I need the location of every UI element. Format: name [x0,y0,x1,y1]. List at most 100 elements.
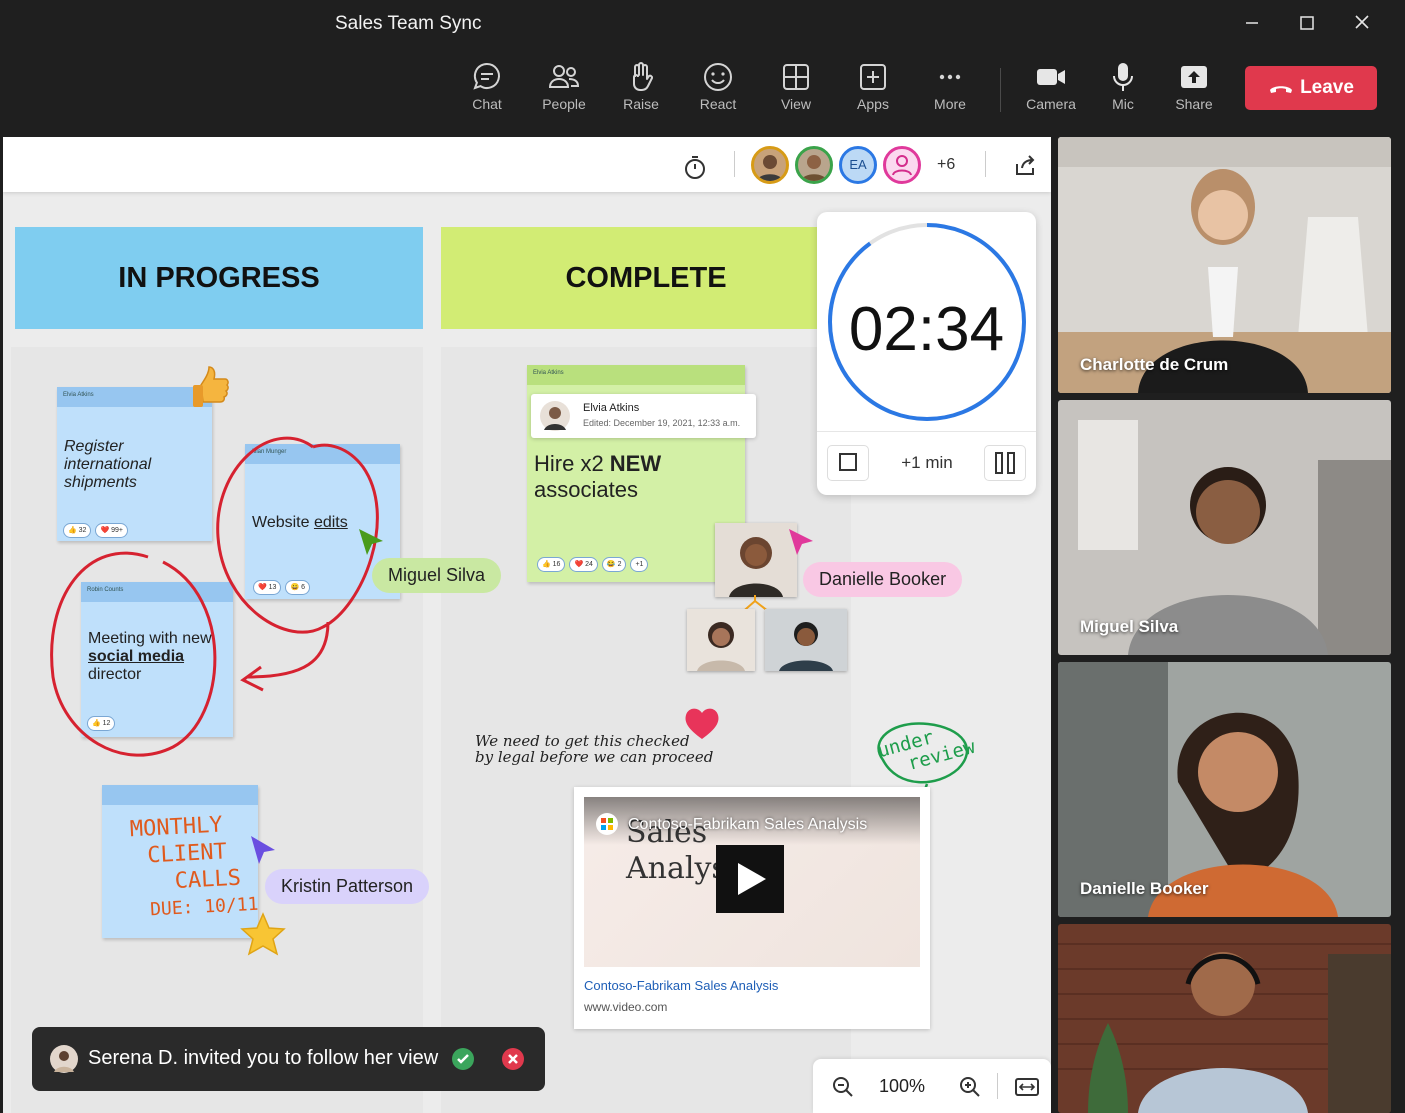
title-bar: Sales Team Sync [0,0,1405,48]
participant-video-tile[interactable]: Charlotte de Crum [1058,137,1391,393]
timer-divider [817,431,1036,432]
zoom-in-icon[interactable] [958,1075,982,1099]
note-author: Elvia Atkins [527,365,745,385]
view-button[interactable]: View [764,60,828,122]
timer-stop-button[interactable] [827,445,869,481]
participant-video [1058,924,1391,1113]
chat-label: Chat [472,96,502,112]
handwriting-line: We need to get this checked [475,732,690,750]
participant-video-tile[interactable]: Danielle Booker [1058,662,1391,917]
header-divider [734,151,735,177]
thumbs-up-sticker-icon [193,366,229,407]
collaborator-name-tag: Danielle Booker [803,562,963,597]
apps-button[interactable]: Apps [841,60,905,122]
more-button[interactable]: More [918,60,982,122]
toolbar-divider [1000,68,1001,112]
play-button[interactable] [716,845,784,913]
timer-icon[interactable] [682,154,708,180]
decline-x-icon[interactable] [501,1047,525,1071]
timer-pause-button[interactable] [984,445,1026,481]
author-info-card: Elvia Atkins Edited: December 19, 2021, … [531,394,756,438]
microphone-icon [1113,63,1133,91]
zoom-out-icon[interactable] [831,1075,855,1099]
add-minute-button[interactable]: +1 min [887,453,967,473]
star-sticker-icon [240,912,286,956]
cursor-pointer-icon [359,529,383,555]
play-icon [738,863,766,895]
participant-video-tile[interactable]: Miguel Silva [1058,400,1391,655]
window-title: Sales Team Sync [335,13,482,34]
video-thumbnail[interactable]: Sales Analysis Contoso-Fabrikam Sales An… [584,797,920,967]
avatar [50,1045,78,1073]
share-label: Share [1175,96,1213,112]
participant-video-tile[interactable] [1058,924,1391,1113]
more-label: More [934,96,966,112]
minimize-button[interactable] [1235,10,1269,38]
smiley-icon [704,63,732,91]
collaborator-name-tag: Kristin Patterson [265,869,430,904]
timer-display: 02:34 [848,295,1005,364]
edited-timestamp: Edited: December 19, 2021, 12:33 a.m. [583,418,741,428]
reaction-badge[interactable]: +1 [630,557,649,572]
sticky-note[interactable]: MONTHLY CLIENT CALLS DUE: 10/11 [102,785,259,938]
timer-panel: 02:34 +1 min [817,212,1036,495]
people-icon [548,65,580,88]
whiteboard-header: EA +6 [3,137,1051,192]
pause-icon [995,452,1015,474]
handwritten-comment: We need to get this checked by legal bef… [475,733,713,765]
mic-button[interactable]: Mic [1091,60,1155,122]
fit-to-screen-icon[interactable] [1014,1075,1040,1099]
zoom-level: 100% [879,1076,926,1096]
video-link-card[interactable]: Sales Analysis Contoso-Fabrikam Sales An… [574,787,930,1029]
note-text: Hire x2 [534,451,610,476]
note-header [102,785,258,805]
avatar-initials[interactable]: EA [839,146,877,184]
mic-label: Mic [1112,96,1134,112]
accept-check-icon[interactable] [451,1047,475,1071]
participant-name: Charlotte de Crum [1080,355,1229,374]
profile-photo [765,609,847,671]
raise-hand-button[interactable]: Raise [609,60,673,122]
close-button[interactable] [1345,10,1379,38]
complete-header: COMPLETE [441,227,851,329]
avatar[interactable] [751,146,789,184]
raise-label: Raise [623,96,659,112]
share-button[interactable]: Share [1162,60,1226,122]
avatar[interactable] [883,146,921,184]
cursor-pointer-icon [251,836,275,864]
video-domain: www.video.com [584,1000,668,1014]
ink-annotation [50,436,379,757]
reaction-badge[interactable]: 👍 16 [537,557,566,572]
people-label: People [542,96,586,112]
handwriting-line: by legal before we can proceed [475,748,714,766]
microsoft-logo-icon [596,813,618,835]
avatar[interactable] [795,146,833,184]
grid-view-icon [783,64,809,90]
reaction-badge[interactable]: ❤️ 24 [569,557,598,572]
avatar [540,401,570,431]
handwritten-note: MONTHLY CLIENT CALLS DUE: 10/11 [129,810,259,924]
collaborator-name-tag: Miguel Silva [372,558,502,593]
view-label: View [780,96,812,112]
people-button[interactable]: People [532,60,596,122]
note-bold-text: NEW [609,451,662,476]
teams-meeting-window: Sales Team Sync Chat People Raise React [0,0,1405,1113]
video-link[interactable]: Contoso-Fabrikam Sales Analysis [584,978,778,993]
maximize-button[interactable] [1290,10,1324,38]
in-progress-header: IN PROGRESS [15,227,423,329]
add-app-icon [860,64,886,90]
participant-overflow-count[interactable]: +6 [937,156,955,174]
author-name: Elvia Atkins [583,402,640,414]
stop-icon [839,453,857,471]
profile-photo [687,609,755,671]
camera-button[interactable]: Camera [1019,60,1083,122]
share-export-icon[interactable] [1013,154,1037,178]
participant-name: Danielle Booker [1080,879,1209,898]
react-button[interactable]: React [686,60,750,122]
chat-button[interactable]: Chat [455,60,519,122]
profile-photo [715,523,797,597]
notification-text: Serena D. invited you to follow her view [88,1047,439,1069]
reaction-badge[interactable]: 😂 2 [601,557,627,572]
meeting-toolbar: Chat People Raise React View Apps More C… [0,48,1405,136]
leave-button[interactable]: Leave [1245,66,1377,110]
